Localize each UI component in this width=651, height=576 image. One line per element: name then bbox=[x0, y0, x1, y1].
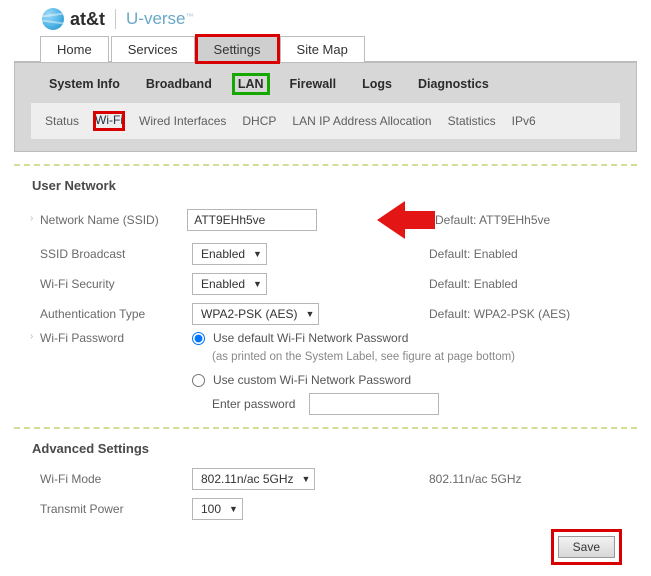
subtab-firewall[interactable]: Firewall bbox=[286, 75, 341, 93]
auth-select[interactable]: WPA2-PSK (AES) ▼ bbox=[192, 303, 319, 325]
chevron-down-icon: ▼ bbox=[253, 279, 262, 289]
tert-ipv6[interactable]: IPv6 bbox=[512, 114, 536, 128]
user-network-section: User Network Network Name (SSID) Default… bbox=[14, 178, 637, 415]
brand-uverse: U-verse™ bbox=[126, 9, 194, 29]
password-label: Wi-Fi Password bbox=[32, 331, 192, 345]
tert-wifi[interactable]: Wi-Fi bbox=[95, 113, 123, 129]
highlight-arrow-icon bbox=[377, 203, 435, 237]
broadcast-label: SSID Broadcast bbox=[32, 247, 192, 261]
security-select[interactable]: Enabled ▼ bbox=[192, 273, 267, 295]
save-button[interactable]: Save bbox=[558, 536, 615, 558]
mode-select[interactable]: 802.11n/ac 5GHz ▼ bbox=[192, 468, 315, 490]
brand-att: at&t bbox=[70, 9, 105, 30]
chevron-down-icon: ▼ bbox=[229, 504, 238, 514]
subtab-logs[interactable]: Logs bbox=[358, 75, 396, 93]
power-select[interactable]: 100 ▼ bbox=[192, 498, 243, 520]
subtab-system-info[interactable]: System Info bbox=[45, 75, 124, 93]
advanced-title: Advanced Settings bbox=[32, 441, 619, 456]
lan-tertiary-nav: Status Wi-Fi Wired Interfaces DHCP LAN I… bbox=[31, 103, 620, 139]
password-custom-radio[interactable] bbox=[192, 374, 205, 387]
save-highlight: Save bbox=[554, 532, 619, 562]
tab-sitemap[interactable]: Site Map bbox=[280, 36, 365, 62]
mode-label: Wi-Fi Mode bbox=[32, 472, 192, 486]
ssid-input[interactable] bbox=[187, 209, 317, 231]
password-input[interactable] bbox=[309, 393, 439, 415]
security-default: Default: Enabled bbox=[429, 277, 619, 291]
tab-services[interactable]: Services bbox=[111, 36, 195, 62]
broadcast-default: Default: Enabled bbox=[429, 247, 619, 261]
tab-settings[interactable]: Settings bbox=[197, 36, 278, 62]
chevron-down-icon: ▼ bbox=[302, 474, 311, 484]
tert-stats[interactable]: Statistics bbox=[448, 114, 496, 128]
auth-label: Authentication Type bbox=[32, 307, 192, 321]
advanced-section: Advanced Settings Wi-Fi Mode 802.11n/ac … bbox=[14, 441, 637, 522]
ssid-label: Network Name (SSID) bbox=[32, 213, 187, 227]
password-default-note: (as printed on the System Label, see fig… bbox=[212, 351, 619, 363]
section-divider bbox=[14, 427, 637, 429]
password-default-option: Use default Wi-Fi Network Password bbox=[213, 331, 408, 345]
broadcast-select[interactable]: Enabled ▼ bbox=[192, 243, 267, 265]
chevron-down-icon: ▼ bbox=[305, 309, 314, 319]
brand-separator bbox=[115, 9, 116, 29]
power-label: Transmit Power bbox=[32, 502, 192, 516]
subtab-broadband[interactable]: Broadband bbox=[142, 75, 216, 93]
tab-home[interactable]: Home bbox=[40, 36, 109, 62]
tert-status[interactable]: Status bbox=[45, 114, 79, 128]
subtab-lan[interactable]: LAN bbox=[234, 75, 268, 93]
ssid-default: Default: ATT9EHh5ve bbox=[435, 213, 619, 227]
chevron-down-icon: ▼ bbox=[253, 249, 262, 259]
tert-lanip[interactable]: LAN IP Address Allocation bbox=[292, 114, 431, 128]
settings-subnav: System Info Broadband LAN Firewall Logs … bbox=[14, 63, 637, 152]
brand-logo: at&t U-verse™ bbox=[14, 4, 637, 36]
section-divider bbox=[14, 164, 637, 166]
globe-icon bbox=[42, 8, 64, 30]
password-default-radio[interactable] bbox=[192, 332, 205, 345]
tert-dhcp[interactable]: DHCP bbox=[242, 114, 276, 128]
password-custom-option: Use custom Wi-Fi Network Password bbox=[213, 373, 411, 387]
mode-default: 802.11n/ac 5GHz bbox=[429, 472, 619, 486]
tert-wired[interactable]: Wired Interfaces bbox=[139, 114, 226, 128]
subtab-diagnostics[interactable]: Diagnostics bbox=[414, 75, 493, 93]
main-tab-bar: Home Services Settings Site Map bbox=[14, 36, 637, 63]
user-network-title: User Network bbox=[32, 178, 619, 193]
auth-default: Default: WPA2-PSK (AES) bbox=[429, 307, 619, 321]
password-enter-label: Enter password bbox=[212, 397, 295, 411]
security-label: Wi-Fi Security bbox=[32, 277, 192, 291]
